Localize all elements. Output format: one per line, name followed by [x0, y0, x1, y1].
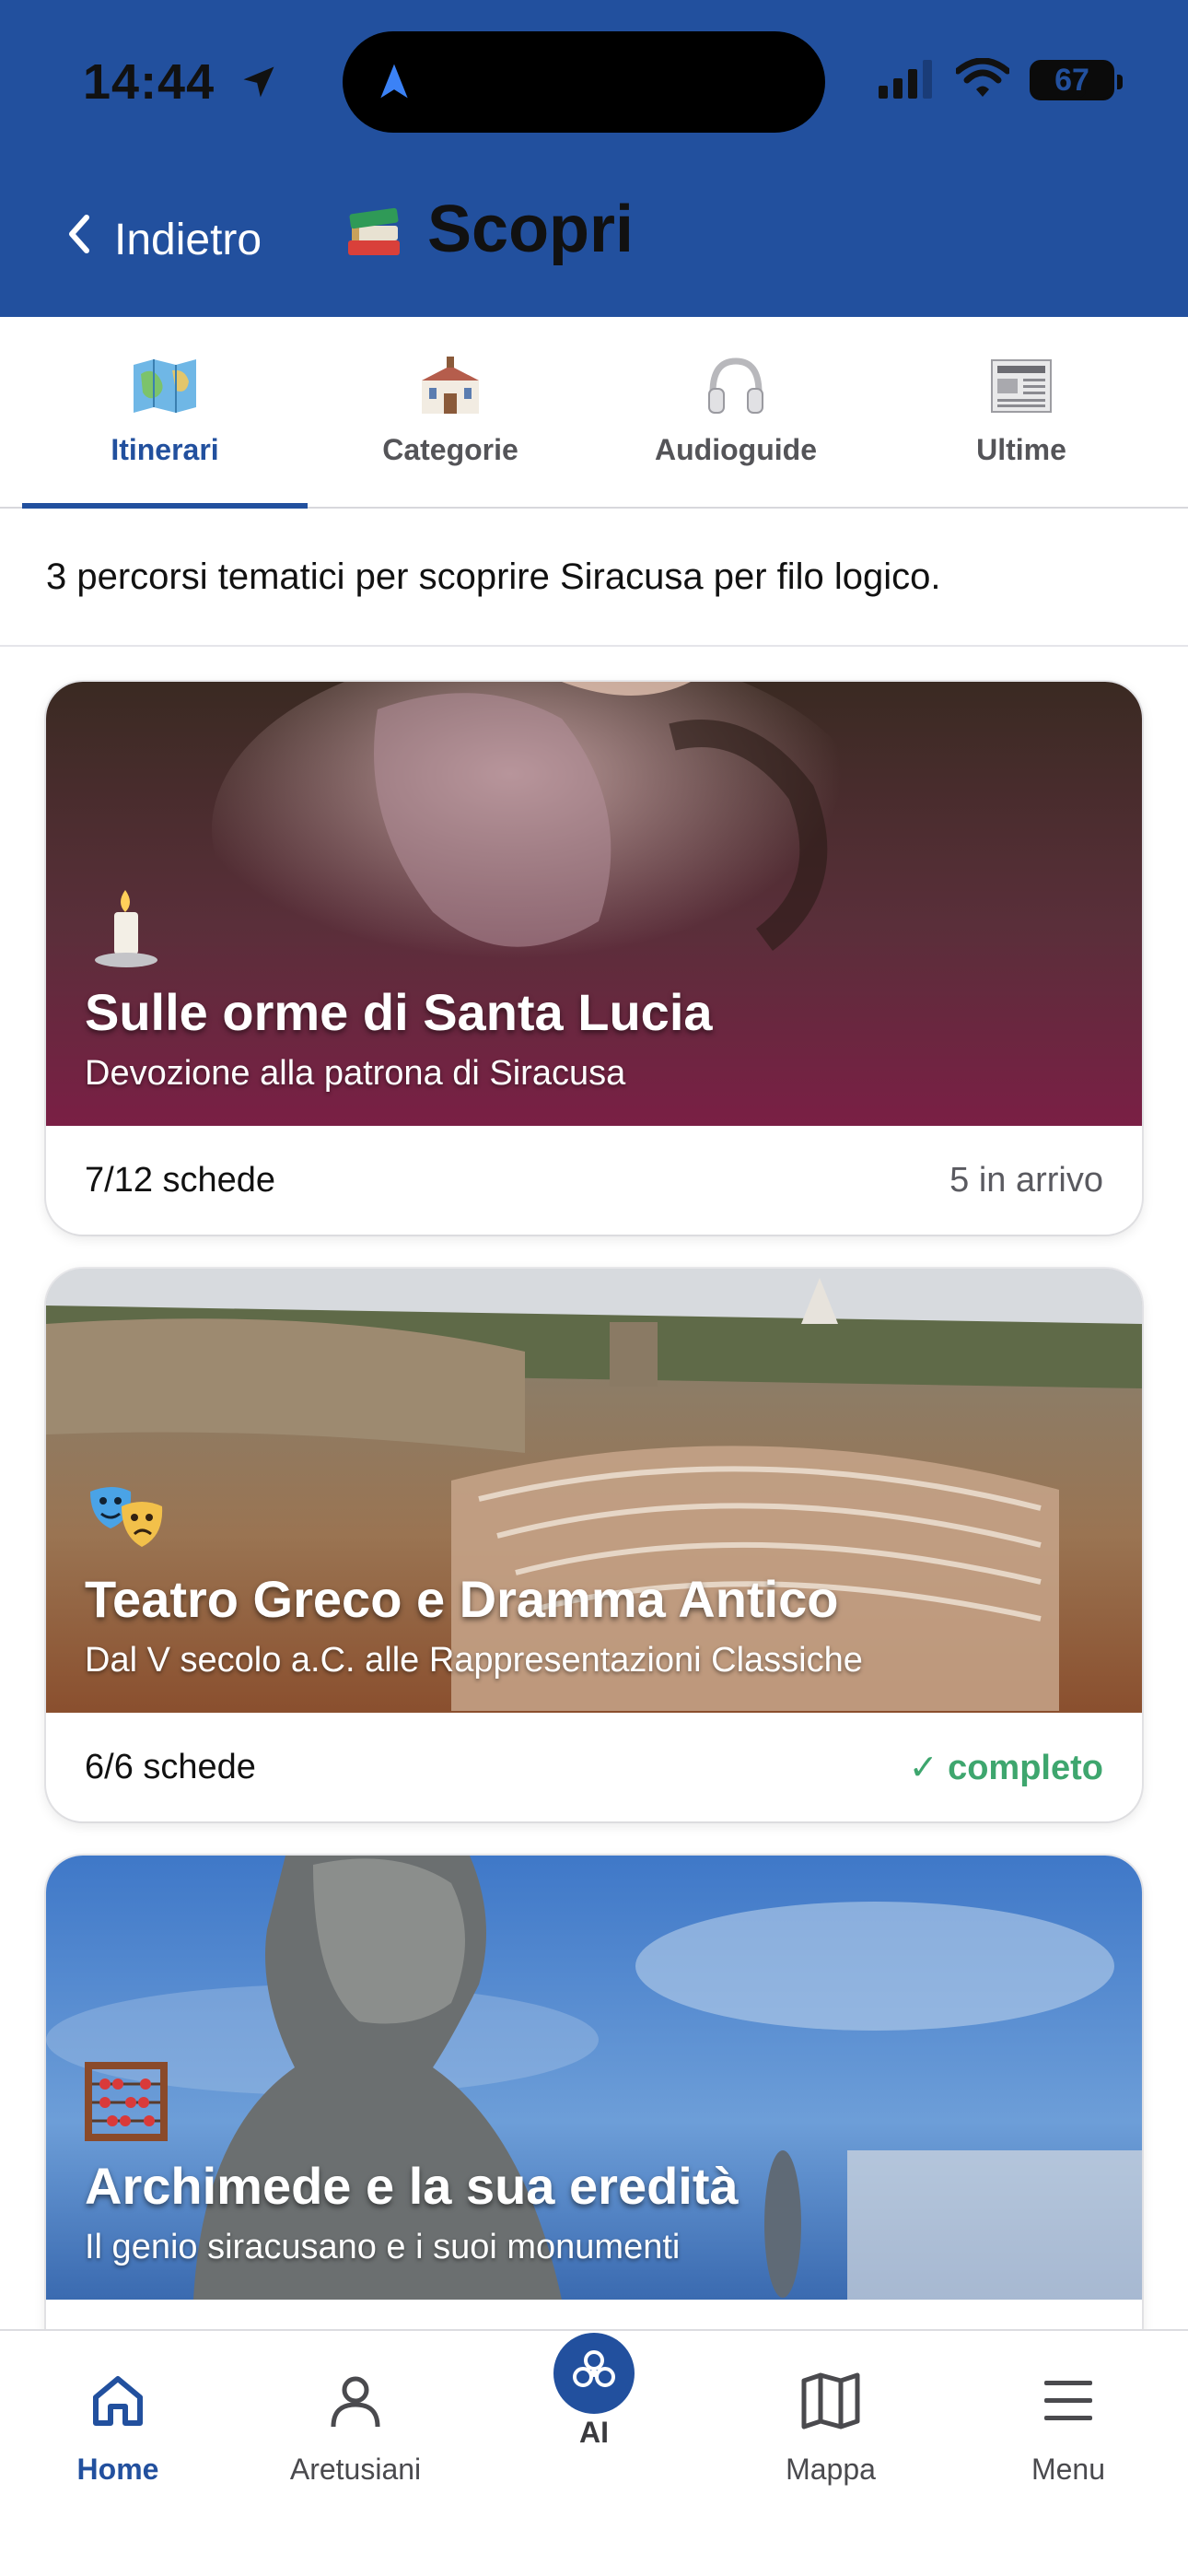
nav-mappa[interactable]: Mappa: [739, 2364, 923, 2487]
nav-label: Menu: [1031, 2453, 1106, 2486]
candle-icon: [85, 886, 168, 969]
tab-itinerari[interactable]: Itinerari: [22, 317, 308, 509]
card-status: 5 in arrivo: [949, 1160, 1103, 1200]
map-icon: [132, 354, 198, 418]
itinerary-card[interactable]: Teatro Greco e Dramma Antico Dal V secol…: [46, 1269, 1142, 1821]
home-icon: [81, 2364, 155, 2438]
intro-text: 3 percorsi tematici per scoprire Siracus…: [0, 509, 1188, 647]
nav-label: Mappa: [786, 2453, 876, 2486]
card-subtitle: Dal V secolo a.C. alle Rappresentazioni …: [85, 1641, 863, 1680]
newspaper-icon: [988, 354, 1054, 418]
chevron-left-icon: [66, 214, 114, 265]
app-header: 14:44 67 Indietro Scopri: [0, 0, 1188, 317]
tab-audioguide[interactable]: Audioguide: [593, 317, 879, 507]
card-footer: 7/12 schede 5 in arrivo: [46, 1126, 1142, 1235]
card-subtitle: Il genio siracusano e i suoi monumenti: [85, 2228, 681, 2266]
signal-icon: [877, 58, 936, 103]
nav-ai-button[interactable]: [553, 2333, 635, 2414]
card-count: 7/12 schede: [85, 1160, 276, 1200]
card-title: Teatro Greco e Dramma Antico: [85, 1570, 839, 1628]
battery-level-text: 67: [1054, 62, 1089, 98]
nav-ai-label: AI: [579, 2416, 609, 2449]
status-time: 14:44: [83, 53, 279, 114]
itinerary-card[interactable]: Sulle orme di Santa Lucia Devozione alla…: [46, 682, 1142, 1235]
abacus-icon: [85, 2060, 168, 2143]
nav-aretusiani[interactable]: Aretusiani: [263, 2364, 448, 2487]
building-icon: [417, 354, 483, 418]
tab-label: Itinerari: [111, 433, 219, 466]
nav-menu[interactable]: Menu: [976, 2364, 1160, 2487]
page-title: Scopri: [427, 193, 635, 266]
tab-label: Audioguide: [655, 433, 817, 466]
card-status-complete: ✓ completo: [908, 1748, 1103, 1787]
time-text: 14:44: [83, 54, 215, 110]
ai-icon: [570, 2348, 618, 2400]
menu-icon: [1031, 2364, 1105, 2438]
tab-label: Ultime: [976, 433, 1066, 466]
tab-ultime[interactable]: Ultime: [879, 317, 1164, 507]
page-title-group: Scopri: [344, 192, 634, 267]
location-arrow-icon: [239, 57, 279, 114]
itinerary-card[interactable]: Archimede e la sua eredità Il genio sira…: [46, 1856, 1142, 2408]
card-subtitle: Devozione alla patrona di Siracusa: [85, 1054, 626, 1093]
tab-categorie[interactable]: Categorie: [308, 317, 593, 507]
map-icon: [794, 2364, 868, 2438]
wifi-icon: [954, 57, 1011, 103]
headphones-icon: [703, 354, 769, 418]
person-icon: [319, 2364, 392, 2438]
nav-label: Aretusiani: [289, 2453, 422, 2486]
tab-label: Categorie: [382, 433, 518, 466]
card-title: Archimede e la sua eredità: [85, 2157, 739, 2215]
battery-indicator: 67: [1030, 60, 1123, 100]
back-label: Indietro: [114, 215, 262, 264]
status-indicators: 67: [877, 57, 1123, 103]
theater-masks-icon: [85, 1473, 168, 1556]
nav-label: Home: [76, 2453, 159, 2486]
card-count: 6/6 schede: [85, 1747, 256, 1786]
nav-home[interactable]: Home: [26, 2364, 210, 2487]
back-button[interactable]: Indietro: [66, 214, 262, 265]
card-title: Sulle orme di Santa Lucia: [85, 983, 713, 1041]
books-icon: [344, 198, 403, 261]
dynamic-island: [343, 31, 825, 133]
navigation-arrow-icon: [374, 61, 414, 106]
tab-bar: Itinerari Categorie Audioguide Ultime: [0, 317, 1188, 509]
card-footer: 6/6 schede ✓ completo: [46, 1713, 1142, 1821]
